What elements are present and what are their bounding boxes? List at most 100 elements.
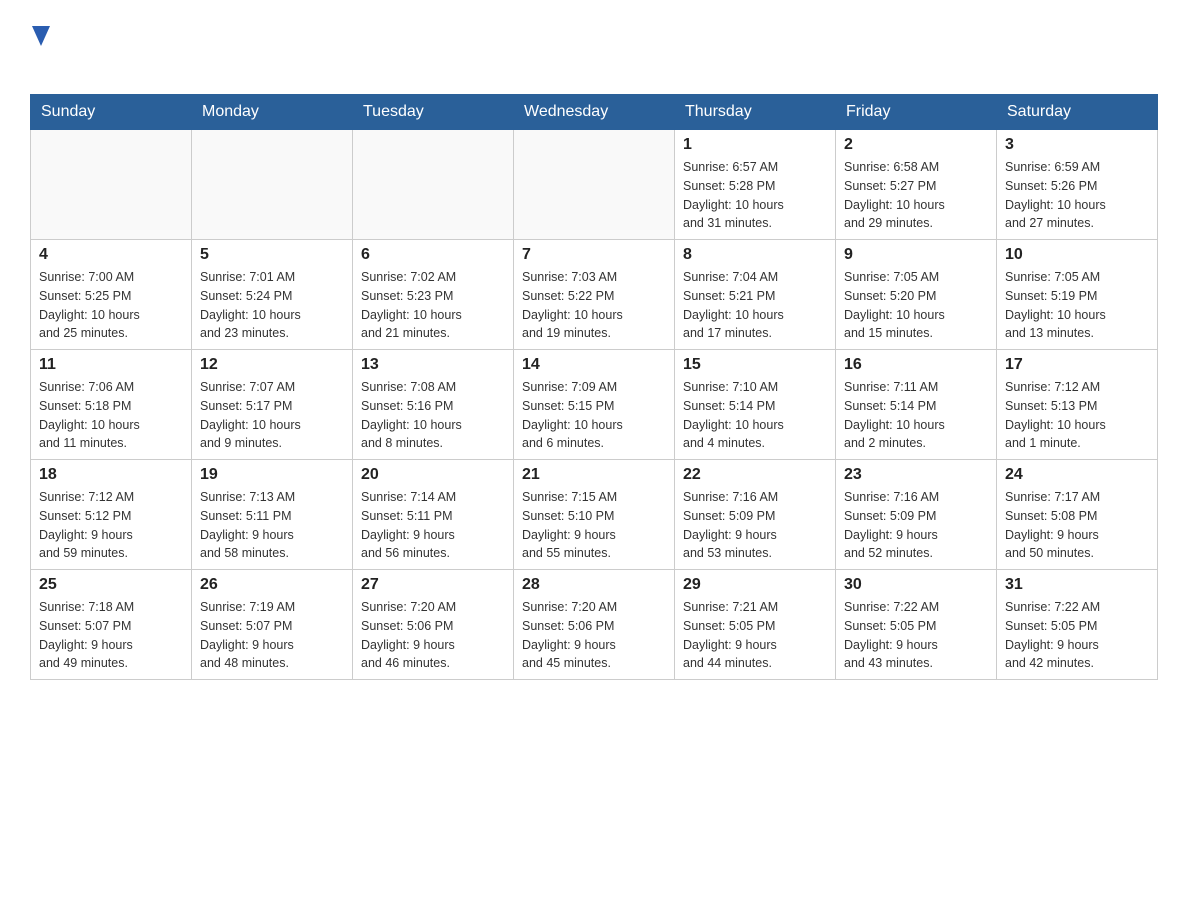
day-number: 24 bbox=[1005, 466, 1149, 484]
day-number: 30 bbox=[844, 576, 988, 594]
weekday-header-thursday: Thursday bbox=[675, 95, 836, 130]
calendar-cell: 29 Sunrise: 7:21 AMSunset: 5:05 PMDayligh… bbox=[675, 570, 836, 680]
calendar-cell: 22 Sunrise: 7:16 AMSunset: 5:09 PMDayligh… bbox=[675, 460, 836, 570]
day-number: 2 bbox=[844, 136, 988, 154]
day-number: 12 bbox=[200, 356, 344, 374]
calendar-week-row: 25 Sunrise: 7:18 AMSunset: 5:07 PMDayligh… bbox=[31, 570, 1158, 680]
calendar-cell: 13Sunrise: 7:08 AMSunset: 5:16 PMDayligh… bbox=[353, 350, 514, 460]
day-info: Sunrise: 7:21 AMSunset: 5:05 PMDaylight:… bbox=[683, 598, 827, 673]
calendar-week-row: 11 Sunrise: 7:06 AMSunset: 5:18 PMDayligh… bbox=[31, 350, 1158, 460]
calendar-cell: 1 Sunrise: 6:57 AMSunset: 5:28 PMDaylight… bbox=[675, 130, 836, 240]
day-info: Sunrise: 7:20 AMSunset: 5:06 PMDaylight:… bbox=[361, 598, 505, 673]
logo bbox=[30, 20, 50, 74]
calendar-cell: 25 Sunrise: 7:18 AMSunset: 5:07 PMDayligh… bbox=[31, 570, 192, 680]
day-info: Sunrise: 7:12 AMSunset: 5:12 PMDaylight:… bbox=[39, 488, 183, 563]
calendar-week-row: 4Sunrise: 7:00 AMSunset: 5:25 PMDaylight… bbox=[31, 240, 1158, 350]
day-number: 22 bbox=[683, 466, 827, 484]
day-info: Sunrise: 7:03 AMSunset: 5:22 PMDaylight:… bbox=[522, 268, 666, 343]
day-info: Sunrise: 7:09 AMSunset: 5:15 PMDaylight:… bbox=[522, 378, 666, 453]
calendar-cell: 20 Sunrise: 7:14 AMSunset: 5:11 PMDayligh… bbox=[353, 460, 514, 570]
day-number: 19 bbox=[200, 466, 344, 484]
day-info: Sunrise: 7:19 AMSunset: 5:07 PMDaylight:… bbox=[200, 598, 344, 673]
calendar-cell: 2 Sunrise: 6:58 AMSunset: 5:27 PMDaylight… bbox=[836, 130, 997, 240]
calendar-cell: 23Sunrise: 7:16 AMSunset: 5:09 PMDayligh… bbox=[836, 460, 997, 570]
day-info: Sunrise: 7:16 AMSunset: 5:09 PMDaylight:… bbox=[683, 488, 827, 563]
day-info: Sunrise: 7:02 AMSunset: 5:23 PMDaylight:… bbox=[361, 268, 505, 343]
day-number: 26 bbox=[200, 576, 344, 594]
calendar-cell: 8 Sunrise: 7:04 AMSunset: 5:21 PMDaylight… bbox=[675, 240, 836, 350]
day-number: 10 bbox=[1005, 246, 1149, 264]
day-info: Sunrise: 7:14 AMSunset: 5:11 PMDaylight:… bbox=[361, 488, 505, 563]
day-number: 28 bbox=[522, 576, 666, 594]
calendar-cell: 31 Sunrise: 7:22 AMSunset: 5:05 PMDayligh… bbox=[997, 570, 1158, 680]
day-number: 11 bbox=[39, 356, 183, 374]
day-info: Sunrise: 7:04 AMSunset: 5:21 PMDaylight:… bbox=[683, 268, 827, 343]
weekday-header-saturday: Saturday bbox=[997, 95, 1158, 130]
calendar-week-row: 1 Sunrise: 6:57 AMSunset: 5:28 PMDaylight… bbox=[31, 130, 1158, 240]
calendar-cell bbox=[192, 130, 353, 240]
day-number: 20 bbox=[361, 466, 505, 484]
calendar-cell bbox=[353, 130, 514, 240]
day-number: 17 bbox=[1005, 356, 1149, 374]
calendar-cell: 16 Sunrise: 7:11 AMSunset: 5:14 PMDayligh… bbox=[836, 350, 997, 460]
day-number: 21 bbox=[522, 466, 666, 484]
day-number: 8 bbox=[683, 246, 827, 264]
calendar-header-row: SundayMondayTuesdayWednesdayThursdayFrid… bbox=[31, 95, 1158, 130]
day-info: Sunrise: 7:05 AMSunset: 5:19 PMDaylight:… bbox=[1005, 268, 1149, 343]
calendar-cell: 14 Sunrise: 7:09 AMSunset: 5:15 PMDayligh… bbox=[514, 350, 675, 460]
calendar-cell: 3Sunrise: 6:59 AMSunset: 5:26 PMDaylight… bbox=[997, 130, 1158, 240]
day-number: 29 bbox=[683, 576, 827, 594]
day-info: Sunrise: 7:20 AMSunset: 5:06 PMDaylight:… bbox=[522, 598, 666, 673]
page-header bbox=[30, 20, 1158, 74]
day-info: Sunrise: 7:01 AMSunset: 5:24 PMDaylight:… bbox=[200, 268, 344, 343]
weekday-header-wednesday: Wednesday bbox=[514, 95, 675, 130]
day-number: 14 bbox=[522, 356, 666, 374]
day-number: 25 bbox=[39, 576, 183, 594]
calendar-cell: 4Sunrise: 7:00 AMSunset: 5:25 PMDaylight… bbox=[31, 240, 192, 350]
day-number: 1 bbox=[683, 136, 827, 154]
calendar-cell: 21 Sunrise: 7:15 AMSunset: 5:10 PMDayligh… bbox=[514, 460, 675, 570]
calendar-cell: 26 Sunrise: 7:19 AMSunset: 5:07 PMDayligh… bbox=[192, 570, 353, 680]
day-number: 23 bbox=[844, 466, 988, 484]
calendar-week-row: 18 Sunrise: 7:12 AMSunset: 5:12 PMDayligh… bbox=[31, 460, 1158, 570]
calendar-cell: 12 Sunrise: 7:07 AMSunset: 5:17 PMDayligh… bbox=[192, 350, 353, 460]
weekday-header-tuesday: Tuesday bbox=[353, 95, 514, 130]
calendar-cell: 24 Sunrise: 7:17 AMSunset: 5:08 PMDayligh… bbox=[997, 460, 1158, 570]
day-info: Sunrise: 7:22 AMSunset: 5:05 PMDaylight:… bbox=[1005, 598, 1149, 673]
calendar-cell: 5 Sunrise: 7:01 AMSunset: 5:24 PMDaylight… bbox=[192, 240, 353, 350]
day-number: 15 bbox=[683, 356, 827, 374]
calendar-cell bbox=[31, 130, 192, 240]
calendar-cell: 15Sunrise: 7:10 AMSunset: 5:14 PMDayligh… bbox=[675, 350, 836, 460]
day-number: 27 bbox=[361, 576, 505, 594]
day-number: 16 bbox=[844, 356, 988, 374]
logo-arrow-icon bbox=[32, 26, 50, 46]
day-info: Sunrise: 7:07 AMSunset: 5:17 PMDaylight:… bbox=[200, 378, 344, 453]
day-number: 18 bbox=[39, 466, 183, 484]
day-number: 7 bbox=[522, 246, 666, 264]
day-info: Sunrise: 6:57 AMSunset: 5:28 PMDaylight:… bbox=[683, 158, 827, 233]
calendar-cell: 28 Sunrise: 7:20 AMSunset: 5:06 PMDayligh… bbox=[514, 570, 675, 680]
weekday-header-friday: Friday bbox=[836, 95, 997, 130]
calendar-cell: 9Sunrise: 7:05 AMSunset: 5:20 PMDaylight… bbox=[836, 240, 997, 350]
day-info: Sunrise: 7:05 AMSunset: 5:20 PMDaylight:… bbox=[844, 268, 988, 343]
day-info: Sunrise: 7:11 AMSunset: 5:14 PMDaylight:… bbox=[844, 378, 988, 453]
day-number: 5 bbox=[200, 246, 344, 264]
calendar-cell: 11 Sunrise: 7:06 AMSunset: 5:18 PMDayligh… bbox=[31, 350, 192, 460]
day-info: Sunrise: 7:06 AMSunset: 5:18 PMDaylight:… bbox=[39, 378, 183, 453]
day-number: 31 bbox=[1005, 576, 1149, 594]
day-number: 4 bbox=[39, 246, 183, 264]
day-info: Sunrise: 7:17 AMSunset: 5:08 PMDaylight:… bbox=[1005, 488, 1149, 563]
day-info: Sunrise: 7:08 AMSunset: 5:16 PMDaylight:… bbox=[361, 378, 505, 453]
weekday-header-sunday: Sunday bbox=[31, 95, 192, 130]
calendar-table: SundayMondayTuesdayWednesdayThursdayFrid… bbox=[30, 94, 1158, 680]
day-info: Sunrise: 6:59 AMSunset: 5:26 PMDaylight:… bbox=[1005, 158, 1149, 233]
calendar-cell bbox=[514, 130, 675, 240]
day-info: Sunrise: 7:12 AMSunset: 5:13 PMDaylight:… bbox=[1005, 378, 1149, 453]
calendar-cell: 7 Sunrise: 7:03 AMSunset: 5:22 PMDaylight… bbox=[514, 240, 675, 350]
day-info: Sunrise: 7:18 AMSunset: 5:07 PMDaylight:… bbox=[39, 598, 183, 673]
day-info: Sunrise: 6:58 AMSunset: 5:27 PMDaylight:… bbox=[844, 158, 988, 233]
calendar-cell: 17 Sunrise: 7:12 AMSunset: 5:13 PMDayligh… bbox=[997, 350, 1158, 460]
calendar-cell: 27 Sunrise: 7:20 AMSunset: 5:06 PMDayligh… bbox=[353, 570, 514, 680]
weekday-header-monday: Monday bbox=[192, 95, 353, 130]
day-info: Sunrise: 7:15 AMSunset: 5:10 PMDaylight:… bbox=[522, 488, 666, 563]
